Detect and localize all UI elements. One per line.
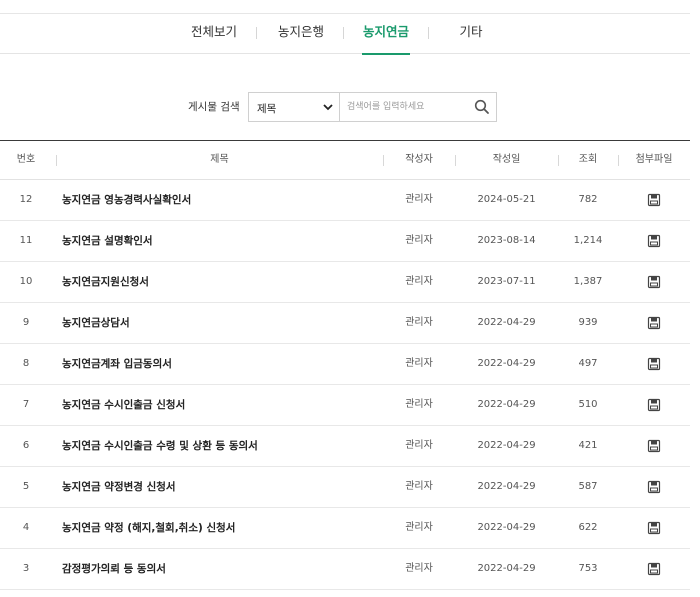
table-row[interactable]: 7 농지연금 수시인출금 신청서 관리자 2022-04-29 510: [0, 385, 690, 426]
tab-divider: [256, 27, 257, 39]
tab-divider: [428, 27, 429, 39]
row-author: 관리자: [405, 440, 433, 451]
header-author: 작성자: [405, 154, 433, 165]
row-number: 9: [22, 317, 30, 328]
row-views: 497: [578, 358, 598, 369]
row-author: 관리자: [405, 399, 433, 410]
file-download-icon[interactable]: [647, 234, 661, 248]
tab-divider: [343, 27, 344, 39]
tab-all[interactable]: 전체보기: [183, 14, 245, 54]
row-title-link[interactable]: 농지연금 약정 (해지,철회,취소) 신청서: [62, 508, 382, 548]
row-title-link[interactable]: 농지연금 약정변경 신청서: [62, 467, 382, 507]
header-date: 작성일: [492, 154, 521, 165]
search-type-value: 제목: [257, 103, 277, 115]
table-header: 번호 제목 작성자 작성일 조회 첨부파일: [0, 140, 690, 180]
table-row[interactable]: 5 농지연금 약정변경 신청서 관리자 2022-04-29 587: [0, 467, 690, 508]
row-author: 관리자: [405, 235, 433, 246]
row-views: 1,214: [573, 235, 603, 246]
header-views: 조회: [578, 154, 598, 165]
file-download-icon[interactable]: [647, 480, 661, 494]
row-views: 587: [578, 481, 598, 492]
tab-farmland-pension[interactable]: 농지연금: [362, 14, 410, 55]
row-date: 2022-04-29: [477, 399, 536, 410]
table-body: 12 농지연금 영농경력사실확인서 관리자 2024-05-21 782 11 농지연금 설…: [0, 180, 690, 590]
file-download-icon[interactable]: [647, 316, 661, 330]
row-date: 2022-04-29: [477, 563, 536, 574]
board-table: 번호 제목 작성자 작성일 조회 첨부파일 12 농지연금 영농경력사실확인서 관리…: [0, 140, 690, 590]
row-number: 3: [22, 563, 30, 574]
chevron-down-icon: [323, 104, 333, 111]
file-download-icon[interactable]: [647, 521, 661, 535]
row-number: 6: [22, 440, 30, 451]
row-title-link[interactable]: 농지연금계좌 입금동의서: [62, 344, 382, 384]
file-download-icon[interactable]: [647, 398, 661, 412]
table-row[interactable]: 10 농지연금지원신청서 관리자 2023-07-11 1,387: [0, 262, 690, 303]
table-row[interactable]: 4 농지연금 약정 (해지,철회,취소) 신청서 관리자 2022-04-29 622: [0, 508, 690, 549]
row-number: 8: [22, 358, 30, 369]
search-icon[interactable]: [473, 98, 491, 116]
row-author: 관리자: [405, 194, 433, 205]
row-views: 421: [578, 440, 598, 451]
row-author: 관리자: [405, 317, 433, 328]
search-input[interactable]: [340, 93, 468, 121]
row-number: 4: [22, 522, 30, 533]
row-author: 관리자: [405, 522, 433, 533]
row-date: 2022-04-29: [477, 440, 536, 451]
row-title-link[interactable]: 농지연금지원신청서: [62, 262, 382, 302]
table-row[interactable]: 11 농지연금 설명확인서 관리자 2023-08-14 1,214: [0, 221, 690, 262]
row-number: 11: [19, 235, 33, 246]
row-views: 622: [578, 522, 598, 533]
search-box: [340, 92, 497, 122]
tab-etc[interactable]: 기타: [452, 14, 490, 54]
row-number: 5: [22, 481, 30, 492]
table-row[interactable]: 6 농지연금 수시인출금 수령 및 상환 등 동의서 관리자 2022-04-29 42…: [0, 426, 690, 467]
row-title-link[interactable]: 감정평가의뢰 등 동의서: [62, 549, 382, 589]
row-views: 1,387: [573, 276, 603, 287]
header-title: 제목: [210, 154, 229, 165]
tab-farmland-bank[interactable]: 농지은행: [270, 14, 332, 54]
row-date: 2024-05-21: [477, 194, 536, 205]
row-views: 753: [578, 563, 598, 574]
row-author: 관리자: [405, 358, 433, 369]
file-download-icon[interactable]: [647, 193, 661, 207]
row-number: 7: [22, 399, 30, 410]
table-row[interactable]: 3 감정평가의뢰 등 동의서 관리자 2022-04-29 753: [0, 549, 690, 590]
table-row[interactable]: 8 농지연금계좌 입금동의서 관리자 2022-04-29 497: [0, 344, 690, 385]
file-download-icon[interactable]: [647, 357, 661, 371]
row-author: 관리자: [405, 563, 433, 574]
row-title-link[interactable]: 농지연금 영농경력사실확인서: [62, 180, 382, 220]
row-date: 2022-04-29: [477, 481, 536, 492]
row-title-link[interactable]: 농지연금 설명확인서: [62, 221, 382, 261]
row-number: 10: [19, 276, 33, 287]
header-attachment: 첨부파일: [635, 154, 673, 165]
row-views: 510: [578, 399, 598, 410]
row-views: 939: [578, 317, 598, 328]
row-views: 782: [578, 194, 598, 205]
row-date: 2022-04-29: [477, 317, 536, 328]
file-download-icon[interactable]: [647, 275, 661, 289]
row-title-link[interactable]: 농지연금 수시인출금 수령 및 상환 등 동의서: [62, 426, 382, 466]
table-row[interactable]: 9 농지연금상담서 관리자 2022-04-29 939: [0, 303, 690, 344]
row-title-link[interactable]: 농지연금 수시인출금 신청서: [62, 385, 382, 425]
search-type-select[interactable]: 제목: [248, 92, 340, 122]
table-row[interactable]: 12 농지연금 영농경력사실확인서 관리자 2024-05-21 782: [0, 180, 690, 221]
row-date: 2023-07-11: [477, 276, 536, 287]
row-author: 관리자: [405, 481, 433, 492]
row-number: 12: [19, 194, 33, 205]
row-date: 2022-04-29: [477, 358, 536, 369]
row-date: 2022-04-29: [477, 522, 536, 533]
header-number: 번호: [16, 154, 36, 165]
category-tabs: 전체보기 농지은행 농지연금 기타: [0, 14, 690, 55]
row-title-link[interactable]: 농지연금상담서: [62, 303, 382, 343]
row-author: 관리자: [405, 276, 433, 287]
file-download-icon[interactable]: [647, 439, 661, 453]
row-date: 2023-08-14: [477, 235, 536, 246]
search-label: 게시물 검색: [188, 101, 240, 113]
file-download-icon[interactable]: [647, 562, 661, 576]
